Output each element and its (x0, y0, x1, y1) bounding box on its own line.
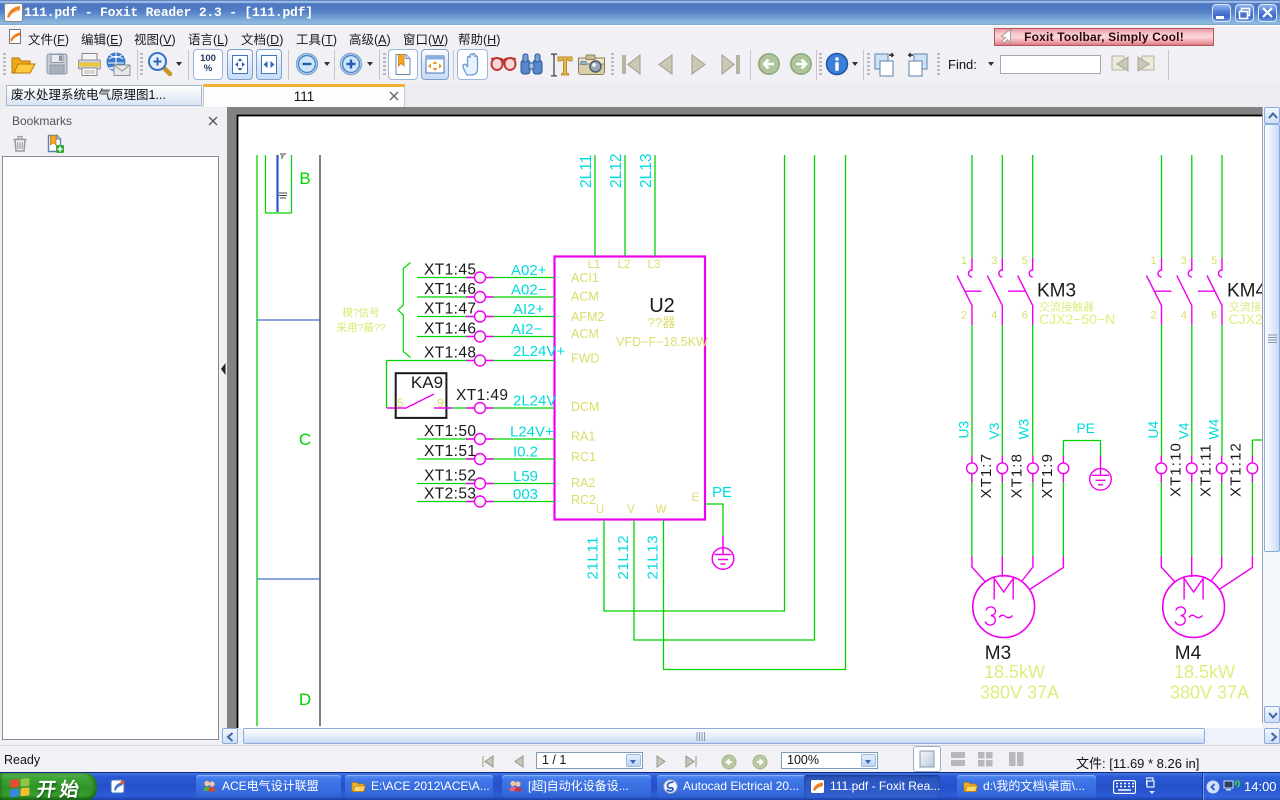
svg-text:W4: W4 (1206, 418, 1221, 439)
svg-text:AI2+: AI2+ (513, 301, 545, 318)
svg-text:6: 6 (1022, 309, 1028, 321)
svg-text:XT1:46: XT1:46 (424, 321, 476, 338)
svg-text:XT1:11: XT1:11 (1198, 443, 1215, 497)
svg-text:U4: U4 (1146, 421, 1161, 439)
svg-text:B: B (299, 169, 310, 188)
svg-text:XT1:47: XT1:47 (424, 301, 476, 318)
svg-text:E: E (692, 492, 700, 504)
svg-text:RA2: RA2 (571, 476, 595, 490)
svg-text:5: 5 (397, 396, 404, 410)
svg-text:I0.2: I0.2 (513, 444, 538, 461)
svg-text:VFD−F−18.5KW: VFD−F−18.5KW (616, 335, 708, 349)
svg-text:XT1:8: XT1:8 (1008, 453, 1025, 499)
svg-text:M4: M4 (1175, 643, 1202, 664)
svg-text:380V 37A: 380V 37A (980, 683, 1059, 703)
svg-text:XT1:49: XT1:49 (456, 387, 508, 404)
svg-text:21L12: 21L12 (615, 535, 632, 580)
svg-text:2L24V: 2L24V (513, 393, 556, 410)
svg-text:4: 4 (991, 309, 997, 321)
svg-text:XT1:45: XT1:45 (424, 262, 476, 279)
svg-text:RC1: RC1 (571, 450, 596, 464)
svg-text:4: 4 (1181, 309, 1187, 321)
svg-text:6: 6 (1211, 309, 1217, 321)
svg-text:RC2: RC2 (571, 493, 596, 507)
svg-text:21L11: 21L11 (585, 536, 602, 580)
svg-text:ACM: ACM (571, 327, 599, 341)
svg-text:L3: L3 (648, 259, 661, 271)
svg-text:AFM2: AFM2 (571, 310, 604, 324)
svg-text:3: 3 (991, 255, 997, 267)
svg-text:XT1:48: XT1:48 (424, 345, 476, 362)
svg-text:5: 5 (1022, 255, 1028, 267)
svg-text:XT1:7: XT1:7 (978, 453, 995, 499)
svg-text:V3: V3 (987, 422, 1002, 439)
svg-text:??器: ??器 (648, 315, 675, 330)
svg-text:003: 003 (513, 486, 538, 503)
svg-text:3: 3 (1181, 255, 1187, 267)
svg-text:FWD: FWD (571, 352, 599, 366)
svg-text:A02+: A02+ (511, 262, 547, 279)
svg-text:1: 1 (1150, 255, 1156, 267)
svg-text:RA1: RA1 (571, 430, 595, 444)
svg-text:AI2−: AI2− (511, 321, 543, 338)
svg-text:18.5kW: 18.5kW (984, 662, 1045, 682)
svg-text:XT1:52: XT1:52 (424, 468, 476, 485)
svg-text:2L13: 2L13 (638, 154, 655, 188)
svg-text:V: V (627, 504, 635, 516)
svg-text:DCM: DCM (571, 400, 599, 414)
svg-text:2L12: 2L12 (608, 154, 625, 188)
svg-text:21L13: 21L13 (645, 535, 662, 580)
svg-text:L59: L59 (513, 468, 538, 485)
svg-text:ACM: ACM (571, 290, 599, 304)
svg-text:ACI1: ACI1 (571, 271, 599, 285)
svg-text:2L11: 2L11 (578, 155, 595, 188)
svg-text:XT1:50: XT1:50 (424, 423, 476, 440)
svg-text:PE: PE (1077, 421, 1095, 436)
svg-text:2: 2 (1150, 309, 1156, 321)
svg-text:KM4: KM4 (1227, 281, 1262, 302)
svg-text:L2: L2 (618, 259, 631, 271)
svg-text:2: 2 (961, 309, 967, 321)
svg-text:U3: U3 (957, 421, 972, 439)
svg-text:380V 37A: 380V 37A (1170, 683, 1249, 703)
svg-text:模?信号: 模?信号 (342, 307, 379, 319)
svg-text:PE: PE (712, 484, 732, 501)
svg-text:CJX2−50−N: CJX2−50−N (1039, 311, 1115, 327)
svg-text:XT1:12: XT1:12 (1228, 442, 1245, 497)
svg-text:2L24V+: 2L24V+ (513, 343, 565, 360)
svg-text:M3: M3 (985, 643, 1011, 664)
svg-text:5: 5 (1211, 255, 1217, 267)
svg-text:L24V+: L24V+ (510, 424, 554, 441)
svg-text:KA9: KA9 (411, 373, 443, 392)
svg-text:W3: W3 (1017, 418, 1032, 439)
svg-text:1: 1 (961, 255, 967, 267)
svg-text:L1: L1 (588, 259, 601, 271)
svg-text:U: U (596, 504, 604, 516)
svg-text:KM3: KM3 (1037, 281, 1076, 302)
svg-text:XT1:10: XT1:10 (1167, 442, 1184, 497)
svg-text:采用?蔽??: 采用?蔽?? (336, 322, 385, 334)
svg-text:W: W (656, 504, 667, 516)
svg-text:D: D (299, 690, 311, 709)
svg-text:XT1:51: XT1:51 (424, 443, 476, 460)
svg-text:XT2:53: XT2:53 (424, 486, 476, 503)
svg-text:CJX2−50−N: CJX2−50−N (1229, 311, 1263, 327)
svg-text:A02−: A02− (511, 282, 547, 299)
svg-text:XT1:46: XT1:46 (424, 281, 476, 298)
svg-text:C: C (299, 430, 311, 449)
svg-text:V4: V4 (1176, 422, 1191, 439)
svg-text:U2: U2 (649, 295, 675, 317)
svg-text:18.5kW: 18.5kW (1174, 662, 1235, 682)
svg-text:XT1:9: XT1:9 (1039, 453, 1056, 499)
